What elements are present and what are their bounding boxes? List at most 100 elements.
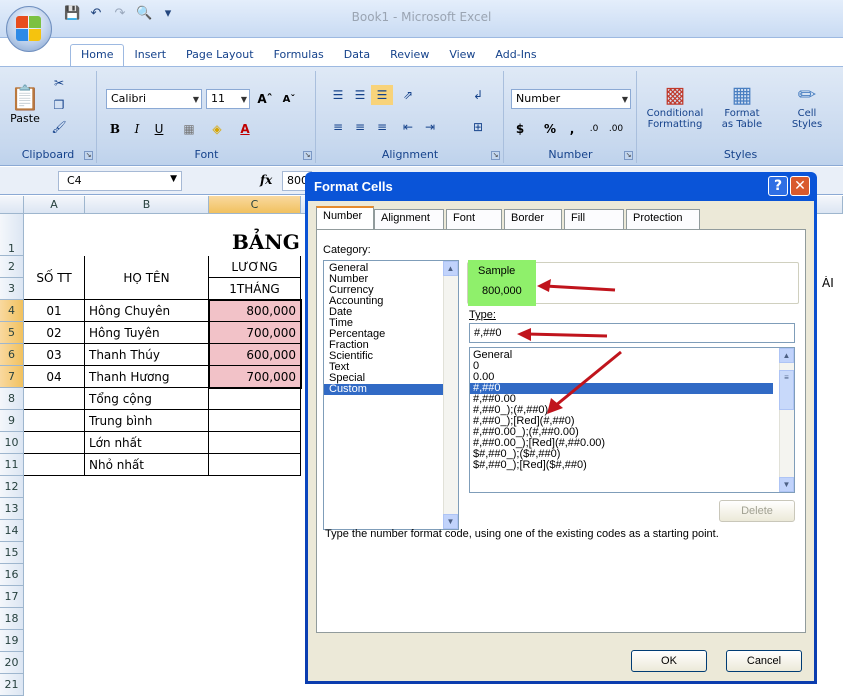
underline-icon[interactable]: U xyxy=(148,119,170,139)
tab-page-layout[interactable]: Page Layout xyxy=(176,45,264,65)
help-icon[interactable]: ? xyxy=(768,176,788,196)
font-name-select[interactable]: Calibri ▼ xyxy=(106,89,202,109)
column-header-a[interactable]: A xyxy=(24,196,85,214)
cut-icon[interactable]: ✂ xyxy=(48,73,70,93)
currency-icon[interactable]: $ xyxy=(509,119,531,139)
bold-icon[interactable]: B xyxy=(104,119,126,139)
row-header[interactable]: 13 xyxy=(0,498,24,520)
row-header[interactable]: 20 xyxy=(0,652,24,674)
align-top-icon[interactable]: ☰ xyxy=(327,85,349,105)
increase-decimal-icon[interactable]: .0 xyxy=(583,119,605,139)
cell-summary-value[interactable] xyxy=(209,410,301,432)
row-header[interactable]: 4 xyxy=(0,300,24,322)
category-scrollbar[interactable]: ▲ ▼ xyxy=(443,261,458,529)
type-scrollbar[interactable]: ▲ ≡ ▼ xyxy=(779,348,794,492)
alignment-launcher-icon[interactable]: ↘ xyxy=(491,151,500,160)
type-item[interactable]: 0.00 xyxy=(470,372,794,383)
cancel-button[interactable]: Cancel xyxy=(726,650,802,672)
decrease-indent-icon[interactable]: ⇤ xyxy=(397,117,419,137)
decrease-decimal-icon[interactable]: .00 xyxy=(605,119,627,139)
header-salary-2[interactable]: 1THÁNG xyxy=(209,278,301,300)
fill-color-icon[interactable]: ◈ xyxy=(206,119,228,139)
delete-button[interactable]: Delete xyxy=(719,500,795,522)
row-header[interactable]: 16 xyxy=(0,564,24,586)
cell-summary-label[interactable]: Nhỏ nhất xyxy=(85,454,209,476)
cell-stt[interactable]: 02 xyxy=(24,322,85,344)
tab-fill[interactable]: Fill xyxy=(564,209,624,229)
cell-salary[interactable]: 700,000 xyxy=(209,366,301,388)
header-stt[interactable]: SỐ TT xyxy=(24,256,85,300)
tab-number[interactable]: Number xyxy=(316,206,374,230)
tab-formulas[interactable]: Formulas xyxy=(264,45,334,65)
tab-home[interactable]: Home xyxy=(70,44,125,66)
clipboard-launcher-icon[interactable]: ↘ xyxy=(84,151,93,160)
align-bottom-icon[interactable]: ☰ xyxy=(371,85,393,105)
number-format-select[interactable]: Number ▼ xyxy=(511,89,631,109)
merge-center-icon[interactable]: ⊞ xyxy=(467,117,489,137)
header-salary-1[interactable]: LƯƠNG xyxy=(209,256,301,278)
name-box[interactable]: C4 ▼ xyxy=(58,171,182,191)
row-header[interactable]: 1 xyxy=(0,214,24,256)
row-header[interactable]: 11 xyxy=(0,454,24,476)
row-header[interactable]: 3 xyxy=(0,278,24,300)
cell-empty[interactable] xyxy=(24,410,85,432)
tab-insert[interactable]: Insert xyxy=(124,45,176,65)
row-header[interactable]: 6 xyxy=(0,344,24,366)
cell-styles-button[interactable]: ✏ Cell Styles xyxy=(776,75,838,137)
cell-name[interactable]: Hông Tuyên xyxy=(85,322,209,344)
cell-stt[interactable]: 01 xyxy=(24,300,85,322)
italic-icon[interactable]: I xyxy=(126,119,148,139)
cell-summary-value[interactable] xyxy=(209,388,301,410)
row-header[interactable]: 9 xyxy=(0,410,24,432)
font-size-select[interactable]: 11 ▼ xyxy=(206,89,250,109)
tab-data[interactable]: Data xyxy=(334,45,380,65)
borders-icon[interactable]: ▦ xyxy=(178,119,200,139)
column-header-b[interactable]: B xyxy=(85,196,209,214)
office-button[interactable] xyxy=(6,6,52,52)
align-right-icon[interactable]: ≡ xyxy=(371,117,393,137)
cell-name[interactable]: Thanh Thúy xyxy=(85,344,209,366)
row-header[interactable]: 19 xyxy=(0,630,24,652)
align-middle-icon[interactable]: ☰ xyxy=(349,85,371,105)
header-name[interactable]: HỌ TÊN xyxy=(85,256,209,300)
cell-summary-value[interactable] xyxy=(209,454,301,476)
function-icon[interactable]: fx xyxy=(260,173,272,187)
row-header[interactable]: 21 xyxy=(0,674,24,696)
row-header[interactable]: 7 xyxy=(0,366,24,388)
align-center-icon[interactable]: ≡ xyxy=(349,117,371,137)
row-header[interactable]: 12 xyxy=(0,476,24,498)
type-scroll-up-icon[interactable]: ▲ xyxy=(779,348,794,363)
font-launcher-icon[interactable]: ↘ xyxy=(303,151,312,160)
row-header[interactable]: 17 xyxy=(0,586,24,608)
row-header[interactable]: 10 xyxy=(0,432,24,454)
cell-summary-value[interactable] xyxy=(209,432,301,454)
scroll-up-icon[interactable]: ▲ xyxy=(443,261,458,276)
cell-stt[interactable]: 04 xyxy=(24,366,85,388)
row-header[interactable]: 15 xyxy=(0,542,24,564)
orientation-icon[interactable]: ⇗ xyxy=(397,85,419,105)
row-header[interactable]: 5 xyxy=(0,322,24,344)
cell-salary[interactable]: 700,000 xyxy=(209,322,301,344)
cell-summary-label[interactable]: Trung bình xyxy=(85,410,209,432)
format-as-table-button[interactable]: ▦ Format as Table xyxy=(712,75,772,137)
cell-empty[interactable] xyxy=(24,454,85,476)
cell-salary[interactable]: 800,000 xyxy=(209,300,301,322)
conditional-formatting-button[interactable]: ▩ Conditional Formatting xyxy=(642,75,708,137)
tab-alignment[interactable]: Alignment xyxy=(374,209,444,229)
column-header-c[interactable]: C xyxy=(209,196,301,214)
category-item[interactable]: Custom xyxy=(324,384,458,395)
type-scroll-thumb[interactable]: ≡ xyxy=(779,370,794,410)
cell-name[interactable]: Thanh Hương xyxy=(85,366,209,388)
increase-indent-icon[interactable]: ⇥ xyxy=(419,117,441,137)
scroll-down-icon[interactable]: ▼ xyxy=(443,514,458,529)
row-header[interactable]: 14 xyxy=(0,520,24,542)
cell-summary-label[interactable]: Tổng cộng xyxy=(85,388,209,410)
type-item[interactable]: General xyxy=(470,350,794,361)
close-icon[interactable]: ✕ xyxy=(790,176,810,196)
cell-name[interactable]: Hông Chuyên xyxy=(85,300,209,322)
select-all-corner[interactable] xyxy=(0,196,24,214)
wrap-text-icon[interactable]: ↲ xyxy=(467,85,489,105)
copy-icon[interactable]: ❐ xyxy=(48,95,70,115)
tab-protection[interactable]: Protection xyxy=(626,209,700,229)
cell-empty[interactable] xyxy=(24,388,85,410)
